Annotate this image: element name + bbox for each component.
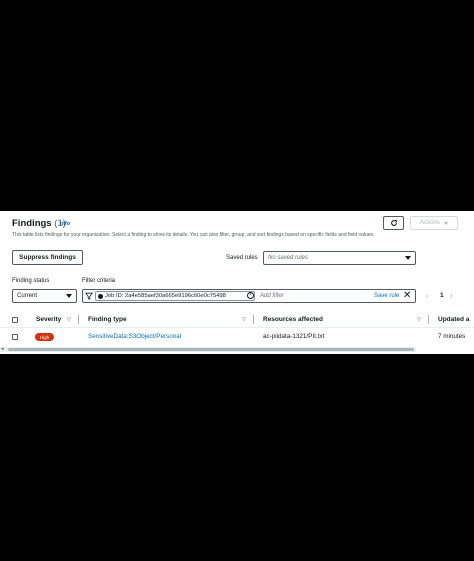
caret-down-icon xyxy=(405,256,411,260)
finding-status-label: Finding status xyxy=(12,278,50,284)
sort-icon[interactable]: ▽ xyxy=(417,317,421,323)
filter-token: Job ID: 2a4e585aef30a665e9196c60e0c75498 xyxy=(95,291,255,301)
next-page-icon[interactable]: › xyxy=(450,291,453,300)
column-divider[interactable] xyxy=(253,315,254,324)
updated-time: 7 minutes xyxy=(438,333,466,340)
filter-icon xyxy=(85,292,93,300)
column-header-resources[interactable]: Resources affected xyxy=(263,316,323,323)
column-header-severity[interactable]: Severity xyxy=(36,316,61,323)
scrollbar-thumb[interactable] xyxy=(8,348,414,351)
severity-badge: High xyxy=(35,333,54,341)
caret-down-icon xyxy=(66,294,72,298)
info-link[interactable]: Info xyxy=(60,221,70,227)
saved-rules-select[interactable]: No saved rules xyxy=(263,251,416,265)
table-row[interactable]: High SensitiveData:S3Object/Personal ac-… xyxy=(0,329,474,345)
findings-panel: Findings (1) Info This table lists findi… xyxy=(0,211,474,354)
column-divider[interactable] xyxy=(78,315,79,324)
filter-token-label: Job ID: 2a4e585aef30a665e9196c60e0c75498 xyxy=(105,293,226,299)
scroll-left-icon[interactable]: ◂ xyxy=(1,346,4,352)
row-checkbox[interactable] xyxy=(12,334,18,340)
filter-criteria-input[interactable]: Job ID: 2a4e585aef30a665e9196c60e0c75498… xyxy=(82,289,416,303)
saved-rules-label: Saved rules xyxy=(226,255,258,261)
saved-rules-placeholder: No saved rules xyxy=(268,255,309,261)
finding-status-value: Current xyxy=(17,293,38,299)
remove-token-icon[interactable]: × xyxy=(247,292,254,299)
page-number[interactable]: 1 xyxy=(440,292,444,299)
filter-criteria-label: Filter criteria xyxy=(82,278,116,284)
column-divider[interactable] xyxy=(428,315,429,324)
clear-filters-icon[interactable]: ✕ xyxy=(403,290,411,302)
save-rule-link[interactable]: Save rule xyxy=(374,293,399,299)
token-dot-icon xyxy=(98,293,103,299)
column-header-finding-type[interactable]: Finding type xyxy=(88,316,127,323)
add-filter-placeholder[interactable]: Add filter xyxy=(260,293,284,299)
table-header: Severity ▽ Finding type ▽ Resources affe… xyxy=(0,312,474,328)
page-title: Findings (1) xyxy=(12,218,66,229)
sort-icon[interactable]: ▽ xyxy=(242,317,246,323)
previous-page-icon[interactable]: ‹ xyxy=(426,291,429,300)
actions-button[interactable]: Actions xyxy=(410,216,458,230)
actions-label: Actions xyxy=(420,220,440,226)
resource-affected: ac-piidata-1321/PII.txt xyxy=(263,333,325,340)
caret-down-icon xyxy=(443,221,448,225)
sort-icon[interactable]: ▽ xyxy=(67,317,71,323)
column-header-updated[interactable]: Updated a xyxy=(438,316,469,323)
finding-type-link[interactable]: SensitiveData:S3Object/Personal xyxy=(88,333,181,340)
page-description: This table lists findings for your organ… xyxy=(12,232,375,238)
finding-status-select[interactable]: Current xyxy=(12,289,77,303)
select-all-checkbox[interactable] xyxy=(12,317,18,323)
suppress-findings-button[interactable]: Suppress findings xyxy=(12,250,83,265)
refresh-button[interactable] xyxy=(383,216,404,230)
refresh-icon xyxy=(390,219,397,226)
